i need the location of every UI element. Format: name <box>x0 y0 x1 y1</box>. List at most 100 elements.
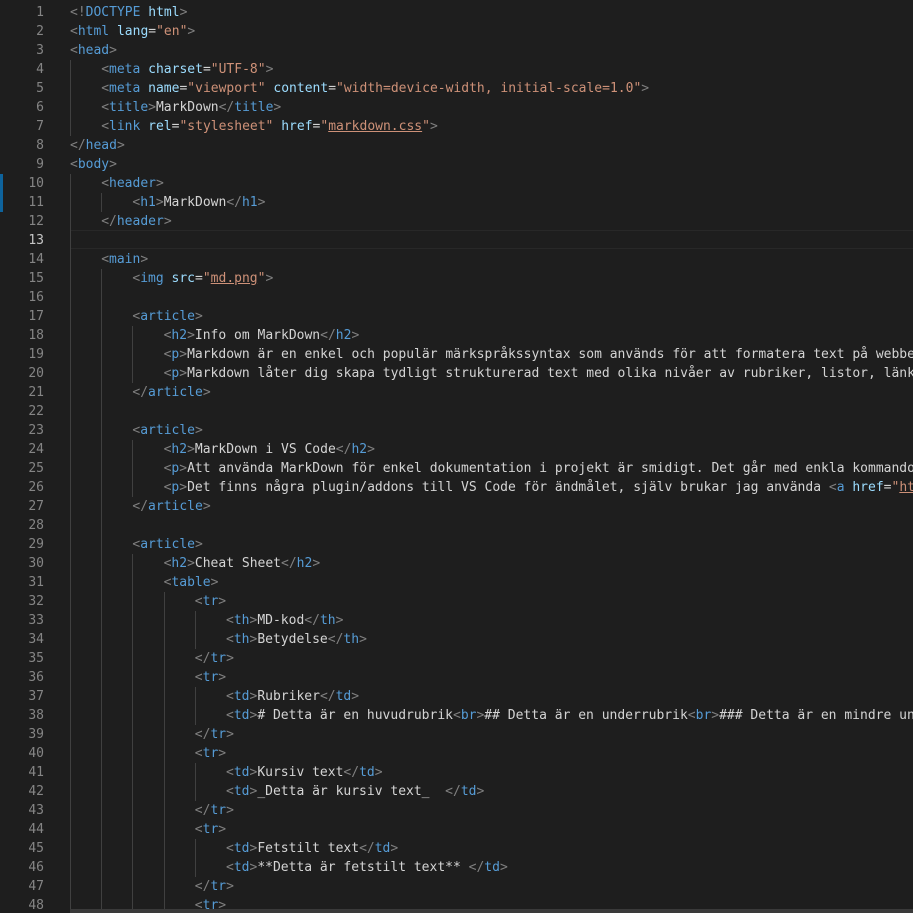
code-editor[interactable]: 1 2 3 4 5 6 7 8 9 10 11 12 13 14 15 16 17 18 19 20 21 22 23 24 2… <box>0 0 913 913</box>
indent-guide <box>132 326 134 383</box>
code-line[interactable]: <h2>Cheat Sheet</h2> <box>164 554 321 573</box>
code-token: tr <box>210 651 227 666</box>
code-token: td <box>233 860 250 875</box>
line-number: 34 <box>28 632 44 647</box>
code-line[interactable]: <tr> <box>195 744 226 763</box>
code-token: > <box>351 689 360 704</box>
code-line[interactable]: <title>MarkDown</title> <box>101 98 281 117</box>
code-line[interactable]: <article> <box>132 307 202 326</box>
line-number-gutter[interactable]: 1 2 3 4 5 6 7 8 9 10 11 12 13 14 15 16 17 18 19 20 21 22 23 24 2… <box>0 0 62 913</box>
code-line[interactable]: </tr> <box>195 649 234 668</box>
code-line[interactable]: <p>Markdown är en enkel och populär märk… <box>164 345 913 364</box>
code-token: < <box>70 24 78 39</box>
code-token: > <box>195 309 203 324</box>
code-line[interactable]: </tr> <box>195 801 234 820</box>
code-line[interactable]: <td># Detta är en huvudrubrik<br>## Dett… <box>226 706 913 725</box>
code-token: rel <box>148 119 172 134</box>
code-token: > <box>179 461 188 476</box>
indent-guide <box>132 440 134 497</box>
code-token: Betydelse <box>257 632 328 647</box>
code-token: > <box>312 556 321 571</box>
code-token: article <box>140 423 196 438</box>
code-line[interactable]: <table> <box>164 573 219 592</box>
code-line[interactable]: <header> <box>101 174 164 193</box>
code-line[interactable]: <td>**Detta är fetstilt text** </td> <box>226 858 508 877</box>
code-line[interactable]: <article> <box>132 421 202 440</box>
code-token: > <box>109 157 117 172</box>
code-token: _Detta är kursiv text_ <box>257 784 446 799</box>
code-line[interactable]: <!DOCTYPE html> <box>70 3 187 22</box>
code-line[interactable]: </head> <box>70 136 125 155</box>
code-line[interactable]: <p>Att använda MarkDown för enkel dokume… <box>164 459 913 478</box>
code-line[interactable]: <p>Markdown låter dig skapa tydligt stru… <box>164 364 913 383</box>
line-number: 47 <box>28 879 44 894</box>
code-line[interactable]: <td>Kursiv text</td> <box>226 763 383 782</box>
code-token: th <box>233 632 250 647</box>
code-line[interactable]: </tr> <box>195 877 234 896</box>
code-token: ## Detta är en underrubrik <box>484 708 688 723</box>
code-token: > <box>179 347 188 362</box>
code-token: img <box>140 271 164 286</box>
code-line[interactable]: </tr> <box>195 725 234 744</box>
line-number: 22 <box>28 404 44 419</box>
code-token: > <box>226 803 234 818</box>
code-token: > <box>641 81 650 96</box>
code-token: http <box>899 480 913 495</box>
code-token: > <box>218 670 227 685</box>
code-line[interactable]: <td>Fetstilt text</td> <box>226 839 398 858</box>
code-line[interactable]: </article> <box>132 497 210 516</box>
code-line[interactable]: <body> <box>70 155 117 174</box>
code-line[interactable]: <h1>MarkDown</h1> <box>132 193 265 212</box>
code-token: </ <box>319 689 336 704</box>
code-token: h2 <box>171 556 188 571</box>
line-number: 5 <box>36 81 44 96</box>
code-token: markdown.css <box>328 119 423 134</box>
line-number: 36 <box>28 670 44 685</box>
code-line[interactable]: </article> <box>132 383 210 402</box>
code-token: Det finns några plugin/addons till VS Co… <box>187 480 829 495</box>
code-line[interactable]: <tr> <box>195 668 226 687</box>
code-token: Cheat Sheet <box>194 556 281 571</box>
code-line[interactable]: <main> <box>101 250 148 269</box>
code-line[interactable]: <p>Det finns några plugin/addons till VS… <box>164 478 913 497</box>
code-token: > <box>202 499 211 514</box>
indent-guide <box>194 763 196 801</box>
code-line[interactable]: <meta charset="UTF-8"> <box>101 60 273 79</box>
code-line[interactable]: <img src="md.png"> <box>132 269 273 288</box>
code-line[interactable]: <th>Betydelse</th> <box>226 630 367 649</box>
code-token: < <box>70 43 78 58</box>
code-line[interactable]: <h2>MarkDown i VS Code</h2> <box>164 440 375 459</box>
line-number: 7 <box>36 119 44 134</box>
code-token: header <box>109 176 156 191</box>
code-line[interactable]: <td>Rubriker</td> <box>226 687 359 706</box>
code-area[interactable]: <!DOCTYPE html> <html lang="en"> <head> <me… <box>70 0 913 913</box>
line-number: 8 <box>36 138 44 153</box>
code-token: > <box>257 195 266 210</box>
code-token: </ <box>194 727 211 742</box>
code-token: </ <box>70 138 86 153</box>
line-number: 30 <box>28 556 44 571</box>
code-line[interactable]: <tr> <box>195 592 226 611</box>
code-token: > <box>499 860 508 875</box>
code-token: title <box>109 100 149 115</box>
code-token: < <box>101 100 110 115</box>
code-line[interactable]: </header> <box>101 212 171 231</box>
code-line[interactable]: <tr> <box>195 820 226 839</box>
code-token: > <box>195 423 203 438</box>
code-line[interactable]: <td>_Detta är kursiv text_ </td> <box>226 782 484 801</box>
code-line[interactable]: <h2>Info om MarkDown</h2> <box>164 326 360 345</box>
code-line[interactable]: <article> <box>132 535 202 554</box>
horizontal-scrollbar[interactable] <box>70 909 913 913</box>
code-token: head <box>77 43 110 58</box>
code-line[interactable]: <head> <box>70 41 117 60</box>
code-token: < <box>226 841 234 856</box>
code-line[interactable]: <meta name="viewport" content="width=dev… <box>101 79 649 98</box>
code-token: src <box>171 271 196 286</box>
code-token: < <box>101 119 110 134</box>
code-token: </ <box>226 195 242 210</box>
code-line[interactable]: <th>MD-kod</th> <box>226 611 343 630</box>
code-line[interactable]: <link rel="stylesheet" href="markdown.cs… <box>101 117 438 136</box>
code-token: > <box>226 879 234 894</box>
code-line[interactable]: <html lang="en"> <box>70 22 195 41</box>
